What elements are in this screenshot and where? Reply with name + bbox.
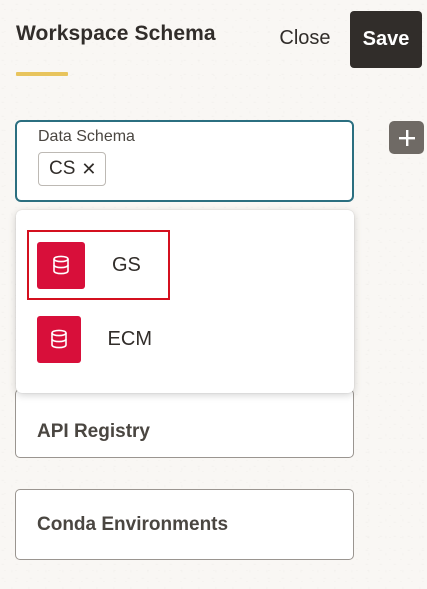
save-button[interactable]: Save — [350, 11, 422, 68]
option-label: ECM — [107, 327, 152, 350]
page-title: Workspace Schema — [16, 22, 216, 45]
chip-label: CS — [49, 158, 76, 179]
dropdown-option-gs[interactable]: GS — [27, 230, 170, 300]
dropdown-option-ecm[interactable]: ECM — [28, 306, 152, 372]
close-button[interactable]: Close — [268, 14, 342, 62]
option-label: GS — [112, 253, 141, 276]
data-schema-label: Data Schema — [38, 128, 135, 145]
data-schema-field[interactable]: Data Schema CS ✕ — [15, 120, 354, 202]
schema-dropdown: GS ECM — [16, 210, 354, 393]
database-icon — [37, 315, 81, 363]
add-button[interactable] — [389, 121, 424, 154]
chip-remove-icon[interactable]: ✕ — [81, 160, 96, 178]
database-icon — [37, 241, 85, 289]
conda-environments-card[interactable]: Conda Environments — [15, 489, 354, 560]
title-underline — [16, 72, 68, 76]
api-registry-card[interactable]: API Registry — [15, 389, 354, 458]
plus-icon — [398, 129, 415, 146]
selected-schema-chip: CS ✕ — [38, 152, 106, 186]
